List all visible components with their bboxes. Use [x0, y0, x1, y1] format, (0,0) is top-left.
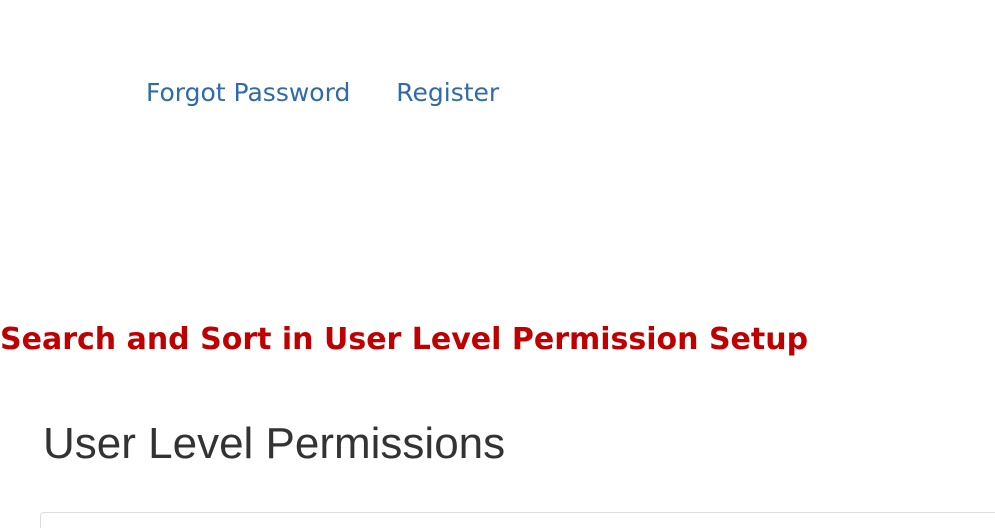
- permissions-panel: [40, 512, 995, 528]
- forgot-password-link[interactable]: Forgot Password: [146, 78, 350, 107]
- register-link[interactable]: Register: [396, 78, 499, 107]
- auth-links: Forgot Password Register: [146, 78, 499, 107]
- page: Forgot Password Register Search and Sort…: [0, 0, 995, 528]
- section-heading: Search and Sort in User Level Permission…: [0, 322, 809, 357]
- page-title: User Level Permissions: [43, 419, 506, 468]
